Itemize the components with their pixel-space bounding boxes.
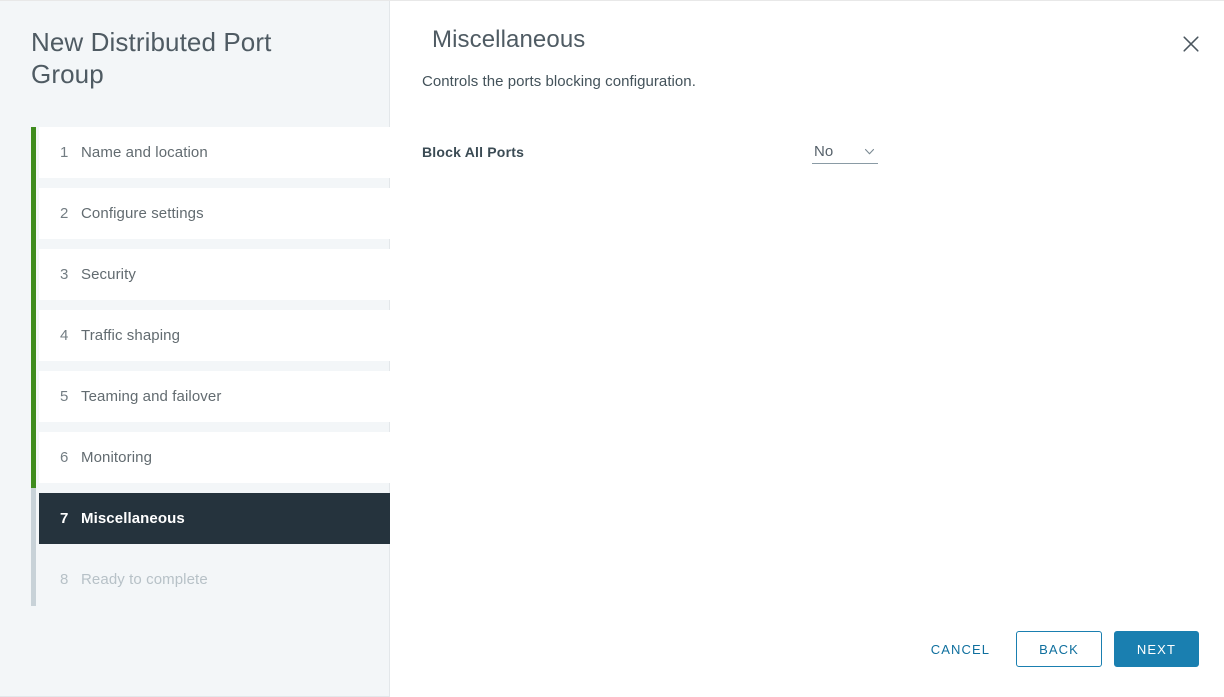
step-number: 5	[60, 388, 69, 405]
page-title: Miscellaneous	[432, 26, 586, 53]
step-number: 7	[60, 510, 69, 527]
step-label: Ready to complete	[81, 571, 208, 588]
step-label: Name and location	[81, 144, 208, 161]
sidebar-step-miscellaneous[interactable]: 7 Miscellaneous	[39, 493, 390, 544]
step-label: Configure settings	[81, 205, 204, 222]
page-subtitle: Controls the ports blocking configuratio…	[422, 73, 696, 90]
wizard-main-panel: Miscellaneous Controls the ports blockin…	[390, 1, 1224, 697]
wizard-step-list: 1 Name and location 2 Configure settings…	[39, 127, 390, 615]
step-label: Teaming and failover	[81, 388, 222, 405]
step-label: Monitoring	[81, 449, 153, 466]
sidebar-step-configure-settings[interactable]: 2 Configure settings	[39, 188, 390, 239]
wizard-sidebar: New Distributed Port Group 1 Name and lo…	[0, 1, 390, 697]
block-all-ports-label: Block All Ports	[422, 144, 525, 160]
close-button[interactable]	[1179, 32, 1203, 56]
step-number: 8	[60, 571, 69, 588]
step-number: 4	[60, 327, 69, 344]
chevron-down-icon	[863, 145, 876, 158]
cancel-button[interactable]: CANCEL	[913, 631, 1008, 667]
sidebar-step-monitoring[interactable]: 6 Monitoring	[39, 432, 390, 483]
sidebar-step-name-and-location[interactable]: 1 Name and location	[39, 127, 390, 178]
step-label: Miscellaneous	[81, 510, 185, 527]
sidebar-step-traffic-shaping[interactable]: 4 Traffic shaping	[39, 310, 390, 361]
step-number: 1	[60, 144, 69, 161]
step-label: Traffic shaping	[81, 327, 181, 344]
step-label: Security	[81, 266, 136, 283]
wizard-footer: CANCEL BACK NEXT	[913, 631, 1199, 667]
sidebar-step-ready-to-complete: 8 Ready to complete	[39, 554, 390, 605]
sidebar-step-security[interactable]: 3 Security	[39, 249, 390, 300]
block-all-ports-row: Block All Ports No	[422, 139, 882, 165]
step-number: 6	[60, 449, 69, 466]
new-distributed-port-group-wizard: New Distributed Port Group 1 Name and lo…	[0, 0, 1224, 697]
next-button[interactable]: NEXT	[1113, 631, 1199, 667]
progress-rail	[31, 127, 36, 606]
sidebar-step-teaming-and-failover[interactable]: 5 Teaming and failover	[39, 371, 390, 422]
close-icon	[1182, 35, 1200, 53]
step-number: 2	[60, 205, 69, 222]
block-all-ports-select[interactable]: No	[812, 140, 878, 164]
back-button[interactable]: BACK	[1016, 631, 1102, 667]
step-number: 3	[60, 266, 69, 283]
progress-rail-fill	[31, 127, 36, 488]
block-all-ports-value: No	[814, 143, 834, 160]
wizard-title: New Distributed Port Group	[31, 27, 272, 89]
